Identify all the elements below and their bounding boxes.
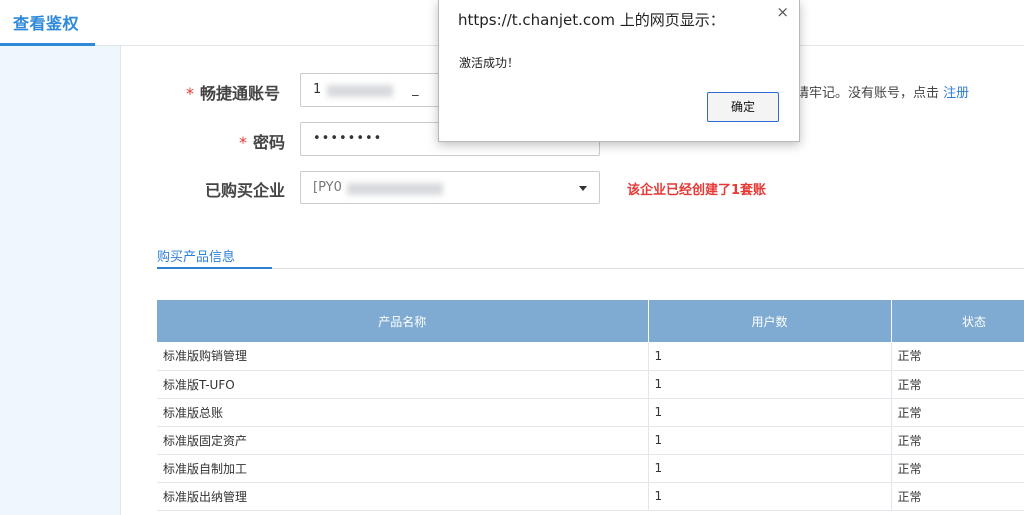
status: 正常 xyxy=(891,482,1024,511)
product-name: 标准版总账 xyxy=(157,398,649,427)
column-header: 状态 xyxy=(891,300,1024,342)
table-row[interactable]: 标准版出纳管理 1 正常 xyxy=(157,482,1024,511)
product-table: 产品名称 用户数 状态 标准版购销管理 1 正常 标准版T-UFO 1 正常 标… xyxy=(157,300,1024,511)
company-select[interactable]: [PY0 xyxy=(300,171,600,204)
status: 正常 xyxy=(891,426,1024,455)
user-count: 1 xyxy=(648,454,892,483)
account-label-text: 畅捷通账号 xyxy=(200,84,281,103)
password-label-text: 密码 xyxy=(253,133,286,152)
sidebar xyxy=(0,46,121,515)
user-count: 1 xyxy=(648,426,892,455)
divider xyxy=(157,268,1024,269)
column-header: 用户数 xyxy=(648,300,892,342)
register-link[interactable]: 注册 xyxy=(943,86,969,101)
account-label: * 畅捷通账号 xyxy=(186,80,280,104)
account-hint: 请牢记。没有账号，点击 注册 xyxy=(796,82,969,101)
dialog-message: 激活成功！ xyxy=(459,56,520,70)
company-label: 已购买企业 xyxy=(205,181,286,200)
user-count: 1 xyxy=(648,370,892,399)
product-name: 标准版自制加工 xyxy=(157,454,649,483)
product-name: 标准版出纳管理 xyxy=(157,482,649,511)
table-row[interactable]: 标准版T-UFO 1 正常 xyxy=(157,370,1024,399)
status: 正常 xyxy=(891,342,1024,371)
company-redaction xyxy=(347,183,443,195)
chevron-down-icon xyxy=(579,186,587,191)
ok-button[interactable]: 确定 xyxy=(707,92,779,122)
table-header-row: 产品名称 用户数 状态 xyxy=(157,300,1024,342)
status: 正常 xyxy=(891,454,1024,483)
alert-dialog: https://t.chanjet.com 上的网页显示： × 激活成功！ 确定 xyxy=(438,0,800,142)
tab-active-indicator xyxy=(157,267,272,269)
column-header: 产品名称 xyxy=(157,300,649,342)
required-mark: * xyxy=(239,133,247,152)
table-row[interactable]: 标准版购销管理 1 正常 xyxy=(157,342,1024,371)
user-count: 1 xyxy=(648,342,892,371)
status: 正常 xyxy=(891,398,1024,427)
dialog-title: https://t.chanjet.com 上的网页显示： xyxy=(458,11,725,29)
required-mark: * xyxy=(186,84,194,103)
account-redaction xyxy=(327,85,393,97)
tab-view-auth[interactable]: 查看鉴权 xyxy=(0,0,95,46)
password-label: * 密码 xyxy=(239,129,285,153)
product-name: 标准版固定资产 xyxy=(157,426,649,455)
company-warning: 该企业已经创建了1套账 xyxy=(627,183,767,198)
product-name: 标准版购销管理 xyxy=(157,342,649,371)
tab-purchase-info[interactable]: 购买产品信息 xyxy=(157,246,235,265)
table-row[interactable]: 标准版固定资产 1 正常 xyxy=(157,426,1024,455)
table-row[interactable]: 标准版总账 1 正常 xyxy=(157,398,1024,427)
status: 正常 xyxy=(891,370,1024,399)
company-value: [PY0 xyxy=(313,180,342,195)
password-value: •••••••• xyxy=(313,131,383,146)
table-row[interactable]: 标准版自制加工 1 正常 xyxy=(157,454,1024,483)
user-count: 1 xyxy=(648,482,892,511)
account-hint-text: 请牢记。没有账号，点击 xyxy=(796,86,940,101)
tab-view-auth-label: 查看鉴权 xyxy=(13,14,80,33)
user-count: 1 xyxy=(648,398,892,427)
product-name: 标准版T-UFO xyxy=(157,370,649,399)
close-icon[interactable]: × xyxy=(776,3,789,21)
